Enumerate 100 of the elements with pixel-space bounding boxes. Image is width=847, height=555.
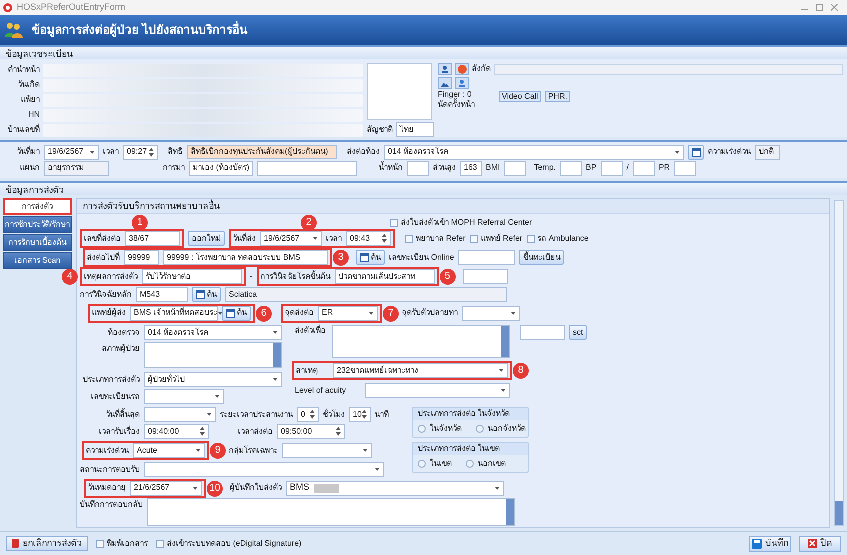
field-label: วันเกิด <box>17 81 40 89</box>
callout-number: 10 <box>207 480 223 496</box>
field-label: เวลา <box>326 234 342 242</box>
field-label: ส่งใบส่งตัวเข้า MOPH Referral Center <box>401 219 532 227</box>
button[interactable]: Video Call <box>499 91 542 102</box>
field-label: ผู้บันทึกใบส่งตัว <box>230 484 282 492</box>
group-title: ประเภทการส่งต่อ ในเขต <box>413 443 528 455</box>
search-button[interactable]: ค้น <box>356 250 385 265</box>
tab[interactable]: การส่งตัว <box>3 198 72 215</box>
field-label: นอกเขต <box>478 460 506 468</box>
input-field[interactable]: 99999 <box>124 250 159 265</box>
field-label: แพทย์ผู้ส่ง <box>92 309 126 317</box>
field-label: ระยะเวลาประสานงาน <box>220 410 293 418</box>
callout-number: 2 <box>301 215 317 231</box>
window-title: HOSxPReferOutEntryForm <box>17 0 126 14</box>
field-label: เหตุผลการส่งตัว <box>84 272 138 280</box>
field-label: ส่วนสูง <box>433 164 456 172</box>
search-button[interactable]: ค้น <box>192 287 221 302</box>
field-label: ส่งเข้าระบบทดสอบ (eDigital Signature) <box>167 540 302 548</box>
input-field[interactable]: ไทย <box>396 122 434 137</box>
input-field[interactable]: 99999 : โรงพยาบาล ทดสอบระบบ BMS <box>163 250 328 265</box>
button[interactable]: PHR. <box>545 91 570 102</box>
field-label: การมา <box>163 164 185 172</box>
dropdown-field[interactable]: ผู้ป่วยทั่วไป <box>144 372 282 387</box>
dropdown-field[interactable]: 014 ห้องตรวจโรค <box>144 325 282 340</box>
callout-number: 7 <box>383 306 399 322</box>
dropdown-field[interactable]: 232ขาดแพทย์เฉพาะทาง <box>333 363 508 378</box>
close-button[interactable]: ปิด <box>799 536 841 552</box>
tab[interactable]: การรักษาเบื้องต้น <box>3 234 72 251</box>
field-label: นาที <box>375 410 389 418</box>
dropdown-field[interactable]: ER <box>318 306 378 320</box>
field-label: กลุ่มโรคเฉพาะ <box>229 446 278 454</box>
field-label: ประเภทการส่งตัว <box>82 376 140 384</box>
input-field[interactable]: รับไว้รักษาต่อ <box>142 269 242 284</box>
field-label: เลขที่ส่งต่อ <box>84 234 121 242</box>
input-field[interactable]: 09:27 <box>123 144 158 160</box>
field-label: จุดรับตัวปลายทา <box>402 309 458 317</box>
callout-number: 6 <box>256 306 272 322</box>
field-label: Level of acuity <box>295 386 348 394</box>
field-label: การวินิจฉัยหลัก <box>80 290 132 298</box>
dropdown-field[interactable]: 21/6/2567 <box>130 480 202 496</box>
field-label: BP <box>586 164 597 172</box>
dropdown-field[interactable]: BMS <box>286 480 504 496</box>
field-label: เลขทะเบียน Online <box>389 254 454 262</box>
field-label: ชั่วโมง <box>323 410 345 418</box>
search-button[interactable]: ค้น <box>222 306 251 320</box>
callout-number: 4 <box>62 269 78 285</box>
input-field[interactable]: 10 <box>349 407 371 422</box>
input-field[interactable]: ปวดขาตามเส้นประสาท <box>334 269 435 284</box>
callout-number: 1 <box>132 215 148 231</box>
field-label: เวลา <box>103 148 119 156</box>
input-field[interactable]: สิทธิเบิกกองทุนประกันสังคม(ผู้ประกันตน) <box>187 145 337 159</box>
input-field[interactable]: 38/67 <box>125 231 180 246</box>
input-field[interactable]: 163 <box>460 160 482 176</box>
field-label: Temp. <box>534 164 556 172</box>
button[interactable]: ออกใหม่ <box>188 231 225 246</box>
input-field[interactable]: อายุรกรรม <box>44 160 109 176</box>
button[interactable]: ขึ้นทะเบียน <box>519 250 564 265</box>
input-field[interactable]: Sciatica <box>225 287 507 302</box>
input-field[interactable]: M543 <box>136 287 188 302</box>
field-label: - <box>250 272 253 280</box>
field-label: การวินิจฉัยโรคขั้นต้น <box>260 272 331 280</box>
field-label: แผนก <box>19 164 40 172</box>
field-label: สังกัด <box>472 65 491 73</box>
callout-number: 3 <box>333 250 349 266</box>
cancel-button[interactable]: ยกเลิกการส่งตัว <box>6 536 88 551</box>
save-button[interactable]: บันทึก <box>749 536 791 552</box>
field-label: / <box>626 164 629 172</box>
field-label: ความเร่งด่วน <box>708 148 751 156</box>
group-title: การส่งตัวรับบริการสถานพยาบาลอื่น <box>77 199 829 214</box>
field-label: วันที่ส่ง <box>233 234 256 242</box>
input-field[interactable]: ปกติ <box>755 144 780 160</box>
section-title: ข้อมูลการส่งตัว <box>0 181 847 195</box>
field-label: วันที่มา <box>16 148 40 156</box>
field-label: Finger : 0 <box>438 91 472 99</box>
dropdown-field[interactable]: 014 ห้องตรวจโรค <box>384 144 684 160</box>
field-label: BMI <box>486 164 500 172</box>
field-label: จุดส่งต่อ <box>285 309 314 317</box>
tab[interactable]: เอกสาร Scan <box>3 252 72 269</box>
field-label: ความเร่งด่วน <box>86 446 129 454</box>
dropdown-field[interactable]: Acute <box>133 443 205 458</box>
input-field[interactable]: 09:50:00 <box>277 424 345 439</box>
field-label: น้ำหนัก <box>379 164 403 172</box>
input-field[interactable]: 09:43 <box>346 231 391 246</box>
tab[interactable]: การซักประวัติ/รักษา <box>3 216 72 233</box>
field-label: บ้านเลขที่ <box>7 126 40 134</box>
callout-number: 9 <box>210 443 226 459</box>
field-label: วันที่สิ้นสุด <box>105 410 140 418</box>
field-label: พยาบาล Refer <box>416 234 466 242</box>
dropdown-field[interactable]: 19/6/2567 <box>44 144 99 160</box>
field-label: บันทึกการตอบกลับ <box>80 501 143 509</box>
input-field[interactable]: มาเอง (ห้องบัตร) <box>189 160 253 176</box>
button[interactable]: sct <box>569 325 588 340</box>
field-label: ส่งต่อไปที่ <box>87 254 120 262</box>
input-field[interactable]: 09:40:00 <box>144 424 209 439</box>
input-field[interactable]: 0 <box>297 407 319 422</box>
field-label: ในเขต <box>430 460 452 468</box>
dropdown-field[interactable]: 19/6/2567 <box>260 231 322 246</box>
field-label: เวลาส่งต่อ <box>237 428 273 436</box>
field-label: HN <box>27 111 40 119</box>
